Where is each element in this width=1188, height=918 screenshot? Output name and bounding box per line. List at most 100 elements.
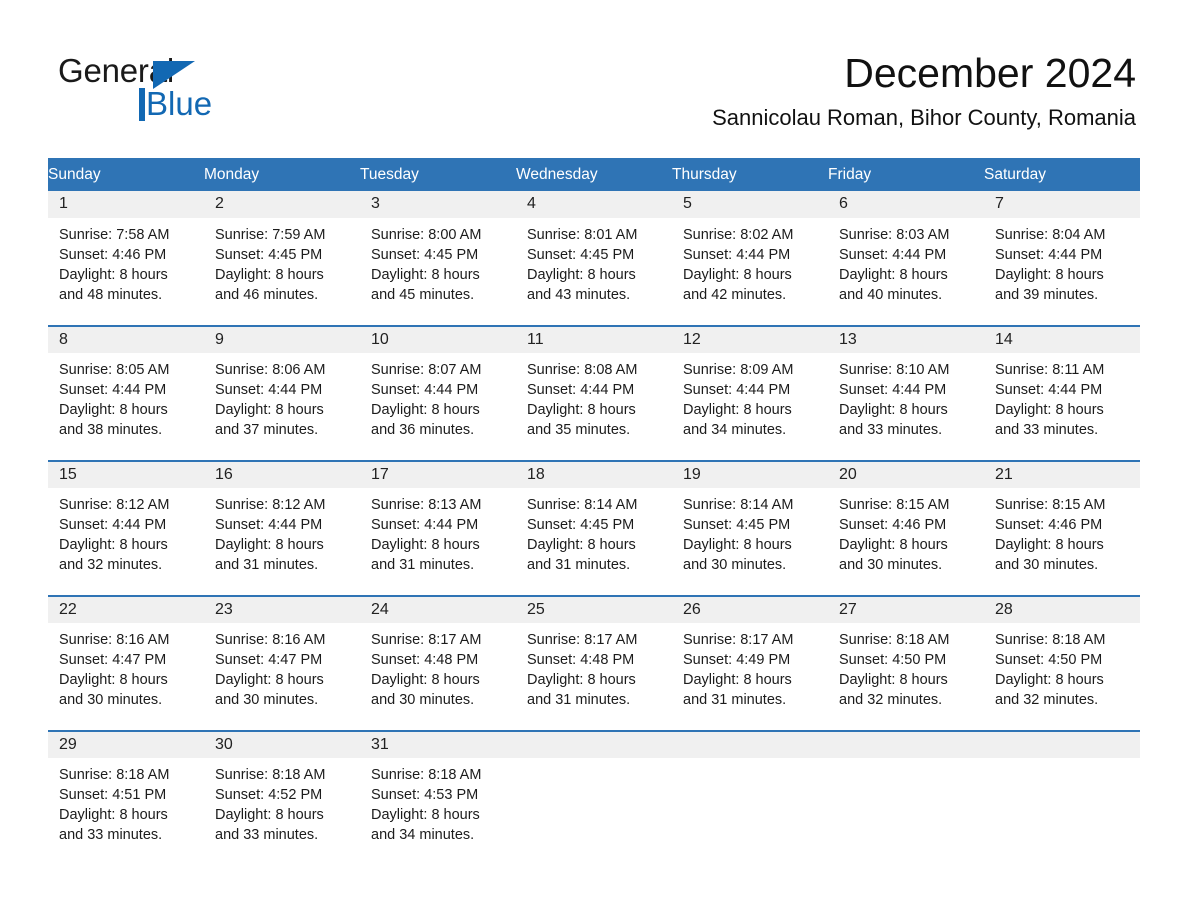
day-number[interactable]: 8 — [48, 325, 204, 353]
day-details: Sunrise: 8:18 AM Sunset: 4:53 PM Dayligh… — [360, 758, 516, 866]
day-details-empty — [672, 758, 828, 866]
sun-times-text: Sunrise: 8:05 AM Sunset: 4:44 PM Dayligh… — [59, 362, 170, 438]
weekday-header-tuesday: Tuesday — [360, 158, 516, 191]
day-number[interactable]: 3 — [360, 191, 516, 218]
day-number[interactable]: 25 — [516, 595, 672, 623]
day-number[interactable]: 19 — [672, 460, 828, 488]
day-details: Sunrise: 8:00 AM Sunset: 4:45 PM Dayligh… — [360, 218, 516, 326]
day-number[interactable]: 26 — [672, 595, 828, 623]
week-daynum-row: 29 30 31 — [48, 730, 1140, 758]
sun-times-text: Sunrise: 7:59 AM Sunset: 4:45 PM Dayligh… — [215, 227, 326, 303]
sun-times-text: Sunrise: 8:12 AM Sunset: 4:44 PM Dayligh… — [59, 497, 170, 573]
calendar-page: General Blue December 2024 Sannicolau Ro… — [0, 0, 1188, 918]
sun-times-text: Sunrise: 8:18 AM Sunset: 4:52 PM Dayligh… — [215, 767, 326, 843]
calendar-header-row: Sunday Monday Tuesday Wednesday Thursday… — [48, 158, 1140, 191]
day-number[interactable]: 17 — [360, 460, 516, 488]
day-details: Sunrise: 7:58 AM Sunset: 4:46 PM Dayligh… — [48, 218, 204, 326]
sun-times-text: Sunrise: 8:14 AM Sunset: 4:45 PM Dayligh… — [527, 497, 638, 573]
day-details: Sunrise: 8:18 AM Sunset: 4:50 PM Dayligh… — [828, 623, 984, 731]
day-number[interactable]: 27 — [828, 595, 984, 623]
day-number[interactable]: 13 — [828, 325, 984, 353]
week-daynum-row: 22 23 24 25 26 27 28 — [48, 595, 1140, 623]
sun-times-text: Sunrise: 8:00 AM Sunset: 4:45 PM Dayligh… — [371, 227, 482, 303]
sun-times-text: Sunrise: 8:15 AM Sunset: 4:46 PM Dayligh… — [839, 497, 950, 573]
sun-times-text: Sunrise: 7:58 AM Sunset: 4:46 PM Dayligh… — [59, 227, 170, 303]
day-details: Sunrise: 8:12 AM Sunset: 4:44 PM Dayligh… — [204, 488, 360, 596]
general-blue-logo: General Blue — [58, 52, 318, 128]
sun-times-text: Sunrise: 8:18 AM Sunset: 4:51 PM Dayligh… — [59, 767, 170, 843]
day-number[interactable]: 22 — [48, 595, 204, 623]
day-number[interactable]: 7 — [984, 191, 1140, 218]
day-number-empty — [516, 730, 672, 758]
day-details: Sunrise: 8:07 AM Sunset: 4:44 PM Dayligh… — [360, 353, 516, 461]
weekday-header-thursday: Thursday — [672, 158, 828, 191]
day-details-empty — [828, 758, 984, 866]
day-details: Sunrise: 8:18 AM Sunset: 4:50 PM Dayligh… — [984, 623, 1140, 731]
sun-times-text: Sunrise: 8:18 AM Sunset: 4:53 PM Dayligh… — [371, 767, 482, 843]
day-details: Sunrise: 8:14 AM Sunset: 4:45 PM Dayligh… — [672, 488, 828, 596]
day-number[interactable]: 23 — [204, 595, 360, 623]
day-number[interactable]: 21 — [984, 460, 1140, 488]
sun-times-text: Sunrise: 8:04 AM Sunset: 4:44 PM Dayligh… — [995, 227, 1106, 303]
day-details: Sunrise: 8:17 AM Sunset: 4:49 PM Dayligh… — [672, 623, 828, 731]
day-number[interactable]: 10 — [360, 325, 516, 353]
day-number[interactable]: 24 — [360, 595, 516, 623]
sun-times-text: Sunrise: 8:10 AM Sunset: 4:44 PM Dayligh… — [839, 362, 950, 438]
day-number[interactable]: 29 — [48, 730, 204, 758]
logo-text-blue: Blue — [146, 85, 213, 122]
page-header: General Blue December 2024 Sannicolau Ro… — [0, 0, 1188, 150]
day-details: Sunrise: 8:18 AM Sunset: 4:51 PM Dayligh… — [48, 758, 204, 866]
title-block: December 2024 Sannicolau Roman, Bihor Co… — [712, 48, 1136, 132]
sun-times-text: Sunrise: 8:16 AM Sunset: 4:47 PM Dayligh… — [59, 632, 170, 708]
sun-times-text: Sunrise: 8:09 AM Sunset: 4:44 PM Dayligh… — [683, 362, 794, 438]
day-details: Sunrise: 8:15 AM Sunset: 4:46 PM Dayligh… — [828, 488, 984, 596]
sun-times-text: Sunrise: 8:14 AM Sunset: 4:45 PM Dayligh… — [683, 497, 794, 573]
day-number[interactable]: 30 — [204, 730, 360, 758]
day-number[interactable]: 4 — [516, 191, 672, 218]
day-number[interactable]: 5 — [672, 191, 828, 218]
week-daynum-row: 8 9 10 11 12 13 14 — [48, 325, 1140, 353]
day-number[interactable]: 31 — [360, 730, 516, 758]
calendar-body: 1 2 3 4 5 6 7 Sunrise: 7:58 AM Sunset: 4:46 PM … — [48, 191, 1140, 866]
week-info-row: Sunrise: 8:18 AM Sunset: 4:51 PM Dayligh… — [48, 758, 1140, 866]
day-details: Sunrise: 8:06 AM Sunset: 4:44 PM Dayligh… — [204, 353, 360, 461]
day-number[interactable]: 14 — [984, 325, 1140, 353]
day-details: Sunrise: 8:04 AM Sunset: 4:44 PM Dayligh… — [984, 218, 1140, 326]
day-details-empty — [516, 758, 672, 866]
page-title: December 2024 — [844, 50, 1136, 96]
day-number[interactable]: 6 — [828, 191, 984, 218]
day-number[interactable]: 28 — [984, 595, 1140, 623]
day-details: Sunrise: 8:16 AM Sunset: 4:47 PM Dayligh… — [48, 623, 204, 731]
day-details: Sunrise: 8:15 AM Sunset: 4:46 PM Dayligh… — [984, 488, 1140, 596]
day-details: Sunrise: 8:14 AM Sunset: 4:45 PM Dayligh… — [516, 488, 672, 596]
day-number[interactable]: 9 — [204, 325, 360, 353]
weekday-header-monday: Monday — [204, 158, 360, 191]
day-number[interactable]: 1 — [48, 191, 204, 218]
day-details: Sunrise: 8:09 AM Sunset: 4:44 PM Dayligh… — [672, 353, 828, 461]
day-details-empty — [984, 758, 1140, 866]
day-number[interactable]: 2 — [204, 191, 360, 218]
week-daynum-row: 1234567 — [48, 191, 1140, 218]
day-number[interactable]: 18 — [516, 460, 672, 488]
day-number[interactable]: 16 — [204, 460, 360, 488]
sun-times-text: Sunrise: 8:11 AM Sunset: 4:44 PM Dayligh… — [995, 362, 1105, 438]
day-number[interactable]: 15 — [48, 460, 204, 488]
calendar-table: Sunday Monday Tuesday Wednesday Thursday… — [48, 158, 1140, 866]
day-number-empty — [984, 730, 1140, 758]
sun-times-text: Sunrise: 8:17 AM Sunset: 4:48 PM Dayligh… — [371, 632, 482, 708]
weekday-header-sunday: Sunday — [48, 158, 204, 191]
day-number[interactable]: 12 — [672, 325, 828, 353]
day-number-empty — [672, 730, 828, 758]
week-info-row: Sunrise: 8:05 AM Sunset: 4:44 PM Dayligh… — [48, 353, 1140, 461]
sun-times-text: Sunrise: 8:01 AM Sunset: 4:45 PM Dayligh… — [527, 227, 638, 303]
day-details: Sunrise: 8:03 AM Sunset: 4:44 PM Dayligh… — [828, 218, 984, 326]
day-details: Sunrise: 8:12 AM Sunset: 4:44 PM Dayligh… — [48, 488, 204, 596]
logo-bar-icon — [139, 88, 145, 121]
day-number[interactable]: 11 — [516, 325, 672, 353]
day-details: Sunrise: 8:05 AM Sunset: 4:44 PM Dayligh… — [48, 353, 204, 461]
sun-times-text: Sunrise: 8:17 AM Sunset: 4:49 PM Dayligh… — [683, 632, 794, 708]
week-info-row: Sunrise: 8:16 AM Sunset: 4:47 PM Dayligh… — [48, 623, 1140, 731]
day-details: Sunrise: 8:18 AM Sunset: 4:52 PM Dayligh… — [204, 758, 360, 866]
day-number[interactable]: 20 — [828, 460, 984, 488]
day-number-empty — [828, 730, 984, 758]
